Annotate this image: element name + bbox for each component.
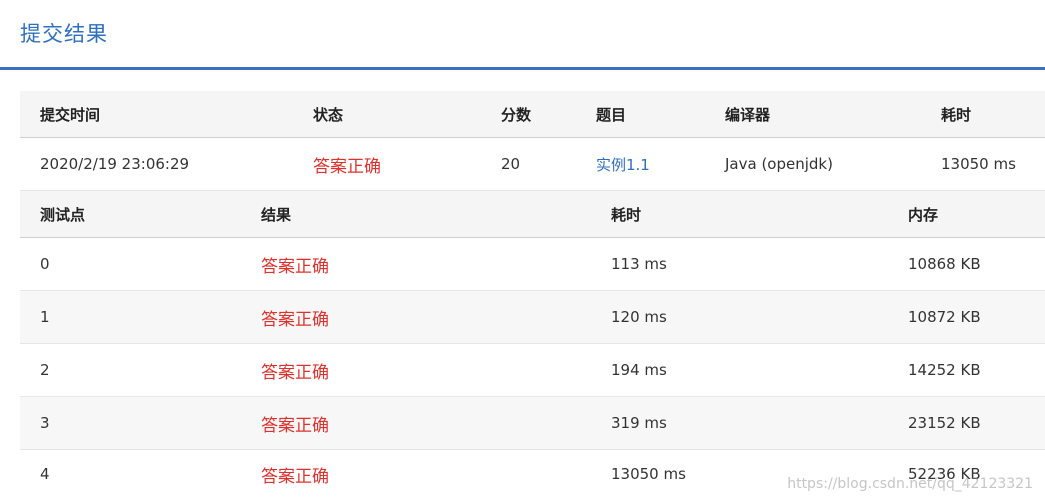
table-row: 1 答案正确 120 ms 10872 KB <box>20 291 1045 344</box>
col-test-memory: 内存 <box>908 205 939 224</box>
test-time: 13050 ms <box>611 465 686 483</box>
table-row: 0 答案正确 113 ms 10868 KB <box>20 238 1045 291</box>
compiler-value: Java (openjdk) <box>725 155 833 173</box>
submit-time: 2020/2/19 23:06:29 <box>40 155 190 173</box>
col-submit-time: 提交时间 <box>40 105 101 124</box>
submission-row: 2020/2/19 23:06:29 答案正确 20 实例1.1 Java (o… <box>20 138 1045 191</box>
test-memory: 23152 KB <box>908 414 981 432</box>
score-value: 20 <box>501 155 521 173</box>
col-test-id: 测试点 <box>40 205 86 224</box>
test-id: 0 <box>40 255 50 273</box>
problem-link[interactable]: 实例1.1 <box>596 138 650 190</box>
test-id: 1 <box>40 308 50 326</box>
col-status: 状态 <box>313 105 344 124</box>
status-text: 答案正确 <box>313 156 381 177</box>
result-card: 提交时间 状态 分数 题目 编译器 耗时 2020/2/19 23:06:29 … <box>20 91 1045 498</box>
test-time: 194 ms <box>611 361 667 379</box>
test-result: 答案正确 <box>261 415 329 436</box>
page-header: 提交结果 <box>0 0 1045 70</box>
test-id: 2 <box>40 361 50 379</box>
test-result: 答案正确 <box>261 362 329 383</box>
duration-value: 13050 ms <box>941 155 1016 173</box>
test-id: 4 <box>40 465 50 483</box>
test-time: 113 ms <box>611 255 667 273</box>
test-time: 319 ms <box>611 414 667 432</box>
page-title: 提交结果 <box>20 22 108 46</box>
table-row: 3 答案正确 319 ms 23152 KB <box>20 397 1045 450</box>
col-test-result: 结果 <box>261 205 292 224</box>
col-problem: 题目 <box>596 105 627 124</box>
col-compiler: 编译器 <box>725 105 771 124</box>
test-memory: 52236 KB <box>908 465 981 483</box>
col-test-time: 耗时 <box>611 205 642 224</box>
table-row: 2 答案正确 194 ms 14252 KB <box>20 344 1045 397</box>
tests-header-row: 测试点 结果 耗时 内存 <box>20 191 1045 238</box>
submission-header-row: 提交时间 状态 分数 题目 编译器 耗时 <box>20 91 1045 138</box>
col-duration: 耗时 <box>941 105 972 124</box>
test-result: 答案正确 <box>261 466 329 487</box>
test-time: 120 ms <box>611 308 667 326</box>
test-result: 答案正确 <box>261 256 329 277</box>
test-id: 3 <box>40 414 50 432</box>
table-row: 4 答案正确 13050 ms 52236 KB <box>20 450 1045 498</box>
col-score: 分数 <box>501 105 532 124</box>
test-result: 答案正确 <box>261 309 329 330</box>
test-memory: 14252 KB <box>908 361 981 379</box>
test-memory: 10872 KB <box>908 308 981 326</box>
test-memory: 10868 KB <box>908 255 981 273</box>
